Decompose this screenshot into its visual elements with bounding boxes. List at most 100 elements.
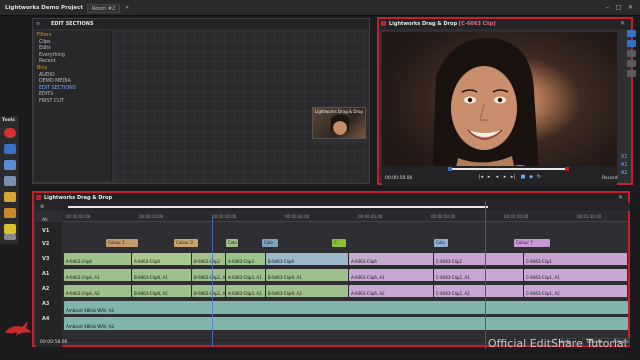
ambient-audio-clip[interactable]: Ambient 48khz WAV, A1 xyxy=(64,301,628,314)
close-window-icon[interactable]: ✕ xyxy=(626,4,635,12)
ambient-audio-clip[interactable]: Ambient 48khz WAV, A2 xyxy=(64,317,628,330)
play-icon[interactable]: ▸ xyxy=(486,174,492,180)
users-tool-icon[interactable] xyxy=(4,234,16,240)
bin-list-item[interactable]: AUDIO xyxy=(39,73,55,78)
color-marker-clip[interactable]: Colo xyxy=(262,239,278,247)
video-clip[interactable]: B-6463-Clip2 xyxy=(192,253,226,265)
step-back-icon[interactable]: ◂ xyxy=(494,174,500,180)
bin-list-item[interactable]: DEMO MEDIA xyxy=(39,79,71,84)
thumbnail-face-icon xyxy=(331,114,349,135)
viewer-close-icon[interactable]: ✕ xyxy=(620,20,625,27)
effects-tool-icon[interactable] xyxy=(4,208,16,218)
audio-clip-a2[interactable]: C-6463-Clip2, A2 xyxy=(434,285,524,297)
clip-thumbnail[interactable]: Lightworks Drag & Drop xyxy=(312,107,366,139)
audio-clip-a2[interactable]: A-6463-Clip4, A2 xyxy=(64,285,132,297)
audio-clip-a1[interactable]: B-6463-Clip2, A1 xyxy=(192,269,226,281)
folder-icon[interactable] xyxy=(4,192,16,202)
playhead[interactable] xyxy=(485,201,486,349)
bin-content-area[interactable]: Lightworks Drag & Drop xyxy=(114,31,367,181)
step-forward-icon[interactable]: ▸ xyxy=(502,174,508,180)
lightworks-shark-logo xyxy=(5,321,31,336)
sync-tool-icon[interactable] xyxy=(4,176,16,186)
bin-list-item[interactable]: EDITS xyxy=(39,92,53,97)
video-frame[interactable] xyxy=(382,32,617,186)
audio-clip-a1[interactable]: C-6463-Clip2, A1 xyxy=(434,269,524,281)
video-clip[interactable]: A-6463-Clip4 xyxy=(64,253,132,265)
audio-clip-a1[interactable]: A-6463-Clip3, A1 xyxy=(226,269,266,281)
color-marker-clip[interactable]: Colour 7 xyxy=(514,239,550,247)
viewer-record-label[interactable]: Record xyxy=(602,176,618,181)
panel-icon-1[interactable] xyxy=(627,30,636,37)
panel-icon-3[interactable] xyxy=(627,50,636,57)
audio-clip-a1[interactable]: A-6463-Clip6, A1 xyxy=(349,269,434,281)
clip-label: A-6463-Clip6, A1 xyxy=(351,275,385,280)
video-clip[interactable]: A-6463-Clip3 xyxy=(226,253,266,265)
panel-icon-5[interactable] xyxy=(627,70,636,77)
video-clip[interactable]: A-6463-Clip6 xyxy=(349,253,434,265)
viewer-record-indicator-icon xyxy=(381,21,386,26)
color-marker-clip[interactable]: Colour 1 xyxy=(106,239,138,247)
track-area[interactable]: Colour 1 Colour 3 Colo Colo C Colo Colour 7 A-6… xyxy=(34,193,632,356)
bin-list-item[interactable]: FIRST CUT xyxy=(39,99,64,104)
tab-room[interactable]: Room #2 xyxy=(87,4,121,13)
viewer-scrub-bar[interactable] xyxy=(448,168,568,170)
maximize-icon[interactable]: □ xyxy=(614,4,623,12)
timeline-timecode[interactable]: 00:00:58.06 xyxy=(40,340,67,345)
bin-list-header: Filters xyxy=(37,33,52,38)
color-marker-clip[interactable]: Colour 3 xyxy=(174,239,198,247)
clip-label: C-6463-Clip2, A1 xyxy=(436,275,470,280)
clip-label: A-6463-Clip4, A1 xyxy=(66,275,100,280)
viewer-panel: Lightworks Drag & Drop [C-6063 Clip] ✕ 0… xyxy=(377,17,633,186)
clip-label: C-6463-Clip1, A2 xyxy=(526,291,560,296)
export-tool-icon[interactable] xyxy=(4,224,16,234)
viewer-track-v1[interactable]: V1 xyxy=(621,154,631,162)
audio-clip-a2[interactable]: B-6463-Clip8, A2 xyxy=(132,285,192,297)
menu-icon[interactable]: ≡ xyxy=(36,21,40,27)
video-clip[interactable]: A-6463-Clip8 xyxy=(132,253,192,265)
timeline-panel: Lightworks Drag & Drop ✕ ⚙ 00:00:00.00 00… xyxy=(32,191,632,356)
viewer-in-mark-icon[interactable] xyxy=(448,167,452,171)
bin-list-item[interactable]: Edits xyxy=(39,46,51,51)
skip-back-icon[interactable]: |◂ xyxy=(478,174,484,180)
mark-out-icon[interactable]: ◆ xyxy=(528,174,534,180)
viewer-track-a1[interactable]: A1 xyxy=(621,162,631,170)
bin-list-item[interactable]: EDIT SECTIONS xyxy=(39,86,76,91)
audio-clip-a1[interactable]: C-6463-Clip1, A1 xyxy=(524,269,628,281)
skip-forward-icon[interactable]: ▸| xyxy=(510,174,516,180)
audio-clip-a2[interactable]: B-6463-Clip2, A2 xyxy=(192,285,226,297)
color-marker-clip[interactable]: Colo xyxy=(226,239,238,247)
audio-clip-a2[interactable]: C-6463-Clip1, A2 xyxy=(524,285,628,297)
bin-list-item[interactable]: Recent xyxy=(39,59,56,64)
audio-clip-a2[interactable]: A-6463-Clip6, A2 xyxy=(349,285,434,297)
mark-in-icon[interactable]: ■ xyxy=(520,174,526,180)
color-marker-clip[interactable]: Colo xyxy=(434,239,448,247)
viewer-track-a2[interactable]: A2 xyxy=(621,170,631,178)
close-tab-icon[interactable]: ✕ xyxy=(125,5,129,11)
audio-clip-a1[interactable]: A-6463-Clip4, A1 xyxy=(64,269,132,281)
loop-icon[interactable]: ↻ xyxy=(536,174,542,180)
audio-clip-a2[interactable]: A-6463-Clip3, A2 xyxy=(226,285,266,297)
bin-list-item[interactable]: Clips xyxy=(39,40,51,45)
video-clip[interactable]: C-6463-Clip1 xyxy=(524,253,628,265)
list-tool-icon[interactable] xyxy=(4,160,16,170)
bin-list-item[interactable]: Everything xyxy=(39,53,65,58)
viewer-title: Lightworks Drag & Drop xyxy=(389,21,458,27)
tools-panel: Tools xyxy=(0,116,20,244)
video-clip[interactable]: C-6463-Clip2 xyxy=(434,253,524,265)
clip-label: B-6463-Clip2, A1 xyxy=(194,275,226,280)
viewer-out-mark-icon[interactable] xyxy=(565,167,569,171)
panel-icon-2[interactable] xyxy=(627,40,636,47)
panel-icon-4[interactable] xyxy=(627,60,636,67)
bin-list: Filters Clips Edits Everything Recent Bins AUD… xyxy=(35,31,112,181)
audio-clip-a1[interactable]: B-6463-Clip9, A1 xyxy=(266,269,349,281)
audio-clip-a2[interactable]: B-6463-Clip9, A2 xyxy=(266,285,349,297)
edit-tool-icon[interactable] xyxy=(4,144,16,154)
viewer-timecode[interactable]: 00:00:58.06 xyxy=(385,176,412,181)
bin-list-header: Bins xyxy=(37,66,48,71)
record-icon[interactable] xyxy=(4,128,16,138)
video-clip[interactable]: B-6463-Clip9 xyxy=(266,253,349,265)
audio-clip-a1[interactable]: B-6463-Clip8, A1 xyxy=(132,269,192,281)
viewer-transport-bar: 00:00:58.06 |◂ ▸ ◂ ▸ ▸| ■ ◆ ↻ Record xyxy=(382,166,618,186)
color-marker-clip[interactable]: C xyxy=(332,239,346,247)
minimize-icon[interactable]: – xyxy=(603,4,612,12)
